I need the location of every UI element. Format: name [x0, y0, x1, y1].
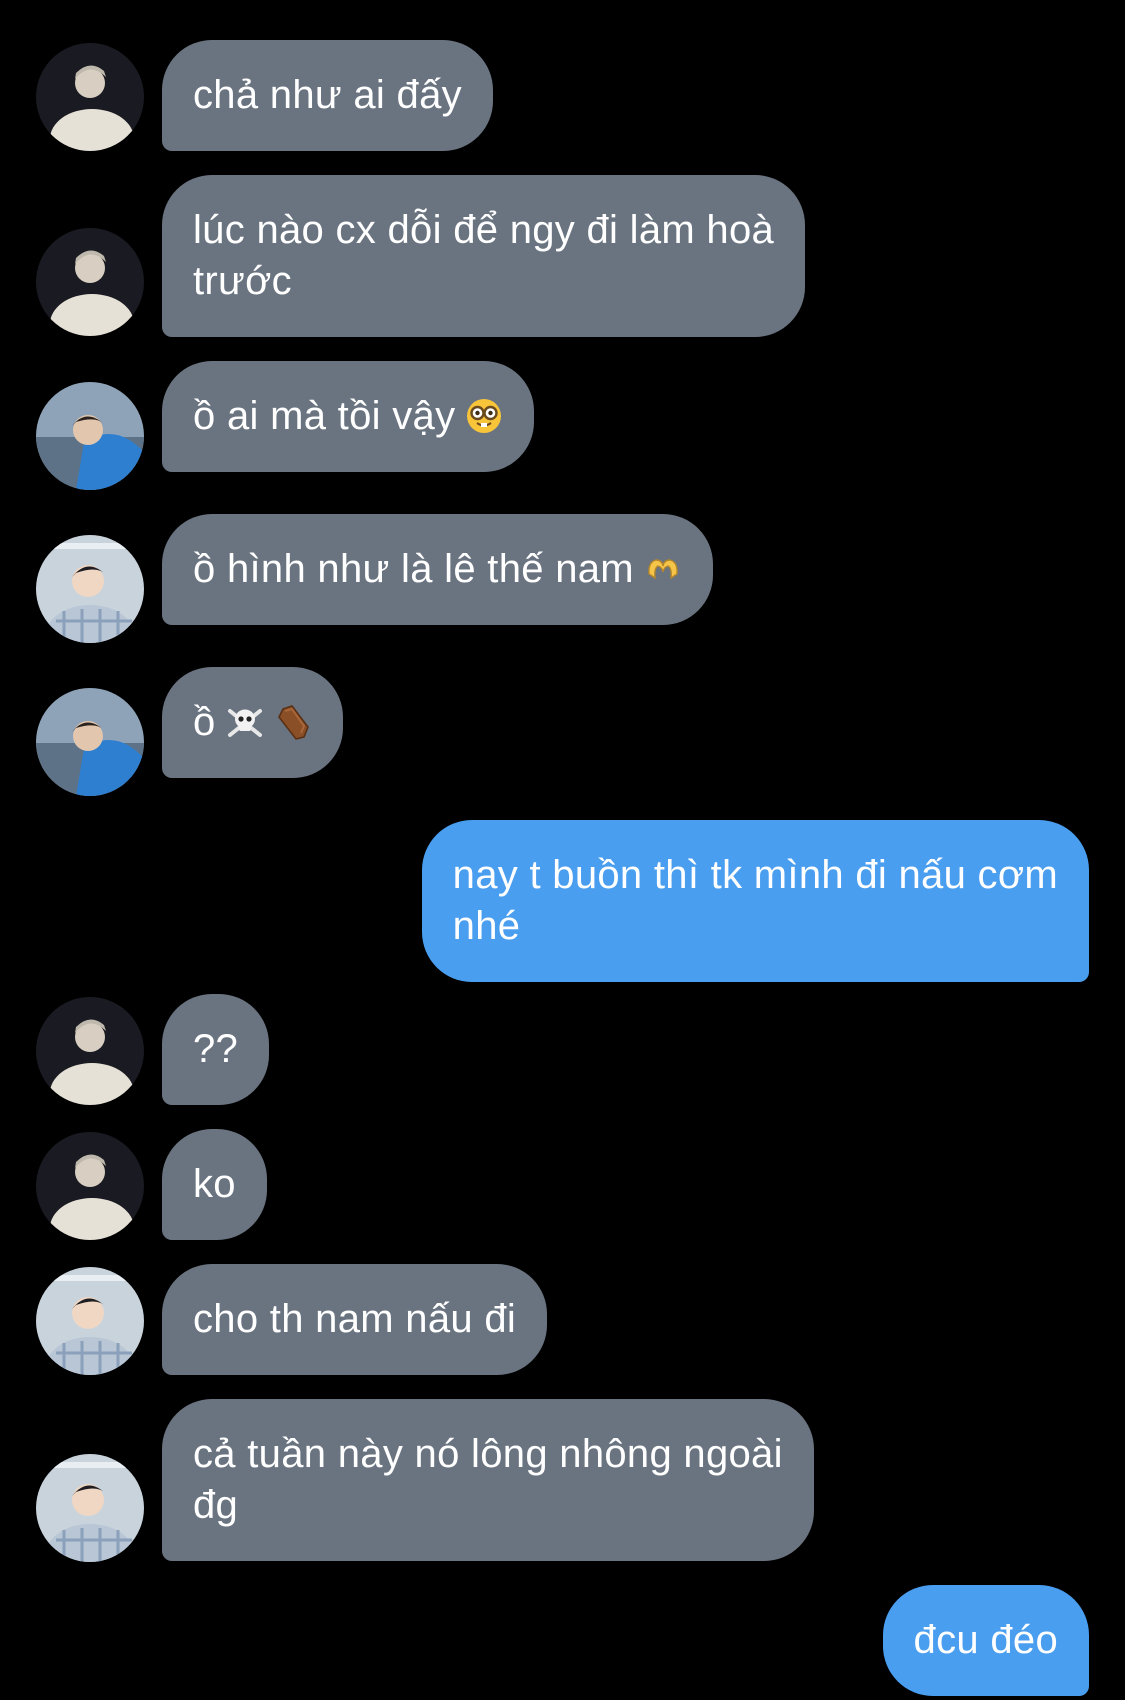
outgoing-message-bubble[interactable]: nay t buồn thì tk mình đi nấu cơm nhé: [421, 820, 1089, 982]
avatar-white-coat-image: [36, 43, 144, 151]
message-text: trước: [193, 259, 292, 303]
avatar[interactable]: [36, 688, 144, 796]
avatar-white-coat-image: [36, 997, 144, 1105]
nerd-face-emoji: [465, 397, 503, 435]
avatar[interactable]: [36, 43, 144, 151]
heart-hands-emoji: [644, 550, 682, 588]
incoming-message-bubble[interactable]: chả như ai đấy: [162, 40, 493, 151]
avatar-plaid-shirt-image: [36, 1267, 144, 1375]
avatar-blue-jacket-image: [36, 688, 144, 796]
avatar[interactable]: [36, 228, 144, 336]
avatar[interactable]: [36, 382, 144, 490]
chat-thread[interactable]: chả như ai đấy lúc nào cx dỗi để ngy đi …: [0, 0, 1125, 1700]
avatar-white-coat-image: [36, 1132, 144, 1240]
message-text: ồ hình như là lê thế nam: [193, 547, 634, 591]
message-text: đcu đéo: [913, 1618, 1058, 1662]
avatar[interactable]: [36, 535, 144, 643]
incoming-message-bubble[interactable]: cho th nam nấu đi: [162, 1264, 548, 1375]
incoming-message-bubble[interactable]: lúc nào cx dỗi để ngy đi làm hoà trước: [162, 175, 806, 337]
incoming-message-bubble[interactable]: ??: [162, 994, 270, 1105]
skull-crossbones-emoji: [226, 703, 264, 741]
outgoing-message-bubble[interactable]: đcu đéo: [882, 1585, 1089, 1696]
avatar-white-coat-image: [36, 228, 144, 336]
message-text: lúc nào cx dỗi để ngy đi làm hoà: [193, 208, 775, 252]
message-text: cả tuần này nó lông nhông ngoài: [193, 1432, 783, 1476]
avatar[interactable]: [36, 997, 144, 1105]
message-text: cho th nam nấu đi: [193, 1297, 517, 1341]
incoming-message-bubble[interactable]: ồ hình như là lê thế nam: [162, 514, 713, 625]
incoming-message-bubble[interactable]: cả tuần này nó lông nhông ngoài đg: [162, 1399, 814, 1561]
avatar-blue-jacket-image: [36, 382, 144, 490]
message-text: nhé: [452, 904, 521, 948]
message-text: ko: [193, 1162, 236, 1206]
avatar[interactable]: [36, 1132, 144, 1240]
message-text: ??: [193, 1027, 239, 1071]
incoming-message-bubble[interactable]: ồ ai mà tồi vậy: [162, 361, 535, 472]
avatar[interactable]: [36, 1267, 144, 1375]
message-text: ồ ai mà tồi vậy: [193, 394, 456, 438]
incoming-message-bubble[interactable]: ko: [162, 1129, 267, 1240]
avatar-plaid-shirt-image: [36, 1454, 144, 1562]
avatar[interactable]: [36, 1454, 144, 1562]
incoming-message-bubble[interactable]: ồ: [162, 667, 343, 778]
message-text: nay t buồn thì tk mình đi nấu cơm: [452, 853, 1058, 897]
message-text: đg: [193, 1483, 239, 1527]
message-text: chả như ai đấy: [193, 73, 462, 117]
message-text: ồ: [193, 700, 216, 744]
coffin-emoji: [274, 703, 312, 741]
avatar-plaid-shirt-image: [36, 535, 144, 643]
